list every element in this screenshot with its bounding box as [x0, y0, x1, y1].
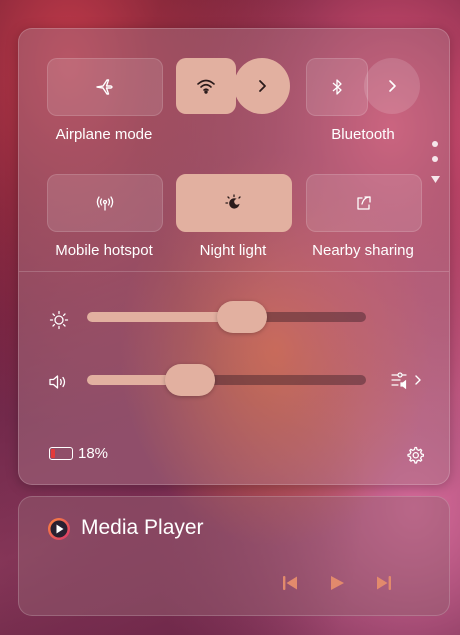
night-light-toggle[interactable]	[176, 174, 292, 232]
previous-track-button[interactable]	[274, 571, 306, 599]
bluetooth-label: Bluetooth	[331, 126, 395, 143]
media-player-app-icon	[47, 517, 71, 541]
wifi-tile	[176, 58, 290, 114]
divider	[19, 271, 449, 272]
airplane-icon	[95, 77, 115, 97]
volume-slider-fill	[87, 375, 177, 385]
media-player-title: Media Player	[81, 516, 204, 539]
brightness-slider[interactable]	[87, 301, 366, 333]
wifi-expand-button[interactable]	[234, 58, 290, 114]
page-dot	[432, 141, 438, 147]
night-light-icon	[224, 193, 244, 213]
brightness-slider-fill	[87, 312, 227, 322]
previous-icon	[281, 575, 299, 596]
wifi-icon	[196, 78, 216, 94]
page-indicator[interactable]	[431, 141, 440, 183]
airplane-mode-toggle[interactable]	[47, 58, 163, 116]
volume-slider[interactable]	[87, 364, 366, 396]
quick-settings-panel: Airplane mode Bluetooth Mobile hotspot N…	[18, 28, 450, 485]
brightness-slider-thumb[interactable]	[217, 301, 267, 333]
night-light-label: Night light	[199, 242, 267, 259]
audio-mixer-icon	[390, 371, 414, 394]
airplane-mode-label: Airplane mode	[55, 126, 153, 143]
bluetooth-expand-button[interactable]	[364, 58, 420, 114]
audio-output-button[interactable]	[387, 371, 425, 393]
nearby-sharing-toggle[interactable]	[306, 174, 422, 232]
sun-icon	[48, 309, 70, 331]
share-icon	[355, 194, 373, 212]
hotspot-icon	[95, 194, 115, 212]
page-dot	[432, 156, 438, 162]
chevron-right-icon	[387, 79, 397, 93]
wifi-toggle[interactable]	[176, 58, 236, 114]
battery-percent: 18%	[78, 444, 109, 462]
settings-gear-icon[interactable]	[404, 444, 426, 466]
play-icon	[329, 575, 345, 596]
battery-status[interactable]: 18%	[49, 443, 108, 463]
bluetooth-tile	[306, 58, 420, 116]
nearby-sharing-label: Nearby sharing	[312, 242, 414, 259]
chevron-right-icon	[257, 79, 267, 93]
play-button[interactable]	[321, 571, 353, 599]
next-icon	[375, 575, 393, 596]
battery-level-fill	[51, 448, 55, 458]
chevron-right-icon	[414, 373, 422, 391]
speaker-icon[interactable]	[46, 371, 70, 393]
mobile-hotspot-label: Mobile hotspot	[55, 242, 153, 259]
mobile-hotspot-toggle[interactable]	[47, 174, 163, 232]
bluetooth-icon	[330, 78, 344, 96]
next-track-button[interactable]	[368, 571, 400, 599]
bluetooth-toggle[interactable]	[306, 58, 368, 116]
chevron-down-icon	[431, 170, 440, 188]
volume-slider-thumb[interactable]	[165, 364, 215, 396]
media-player-panel: Media Player	[18, 496, 450, 616]
battery-icon	[49, 446, 73, 460]
